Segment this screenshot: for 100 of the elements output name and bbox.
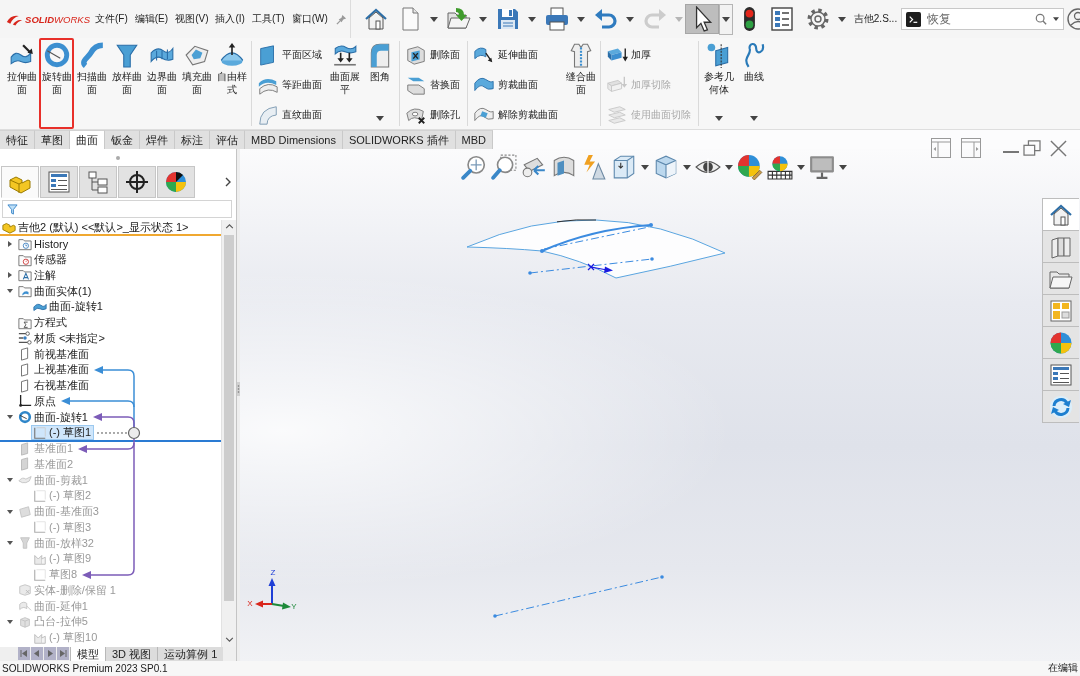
ribbon-tab[interactable]: 特征 [0, 130, 35, 149]
caret-icon[interactable] [478, 16, 487, 22]
tree-item[interactable]: 材质 <未指定> [16, 330, 108, 346]
tree-item[interactable]: 注解 [16, 267, 59, 283]
caret-icon[interactable] [797, 164, 805, 170]
previous-icon[interactable] [31, 647, 43, 660]
tile-left-icon[interactable] [931, 138, 951, 158]
ribbon-tab[interactable]: 焊件 [140, 130, 175, 149]
ribbon-button[interactable]: 加厚 [603, 42, 696, 68]
task-pane-tab[interactable] [1042, 326, 1079, 359]
scene-icon[interactable] [767, 154, 793, 180]
monitor-icon[interactable] [809, 154, 835, 180]
ribbon-button[interactable]: 放样曲面 [109, 38, 144, 129]
next-icon[interactable] [44, 647, 56, 660]
caret-icon[interactable] [7, 619, 13, 624]
ribbon-button[interactable]: 缝合曲面 [563, 38, 598, 129]
tree-item[interactable]: 传感器 [16, 252, 70, 268]
filter-field[interactable] [2, 200, 232, 218]
zoom-area-icon[interactable] [491, 154, 517, 180]
tree-root-item[interactable]: 吉他2 (默认) <<默认>_显示状态 1> [0, 220, 221, 236]
ribbon-tab[interactable]: SOLIDWORKS 插件 [342, 130, 456, 149]
caret-icon[interactable] [683, 164, 691, 170]
view-tab[interactable]: 模型 [70, 647, 105, 661]
grip-dot-icon[interactable] [116, 155, 120, 160]
ribbon-tab[interactable]: 评估 [210, 130, 245, 149]
view-tab[interactable]: 3D 视图 [105, 647, 158, 661]
caret-icon[interactable] [641, 164, 649, 170]
first-page-icon[interactable] [18, 647, 30, 660]
ribbon-button[interactable]: 等距曲面 [254, 72, 327, 98]
scroll-up-icon[interactable] [224, 224, 234, 229]
menu-item[interactable]: 视图(V) [175, 12, 209, 26]
ribbon-button[interactable]: 扫描曲面 [74, 38, 109, 129]
tree-item[interactable]: 曲面-旋转1 [16, 409, 91, 425]
rollback-bar[interactable] [0, 439, 221, 442]
caret-icon[interactable] [429, 16, 438, 22]
node-handle-icon[interactable] [127, 426, 141, 440]
task-pane-tab[interactable] [1042, 230, 1079, 263]
caret-icon[interactable] [837, 16, 846, 22]
caret-icon[interactable] [7, 478, 13, 483]
ribbon-button[interactable]: 曲线 [736, 38, 771, 129]
tree-item[interactable]: 前视基准面 [16, 346, 92, 362]
ribbon-tab[interactable]: MBD [455, 130, 494, 149]
ribbon-button[interactable]: 平面区域 [254, 42, 327, 68]
ribbon-button[interactable]: 自由样式 [214, 38, 249, 129]
toolbar-button[interactable] [543, 4, 570, 34]
ribbon-button[interactable]: 拉伸曲面 [4, 38, 39, 129]
menu-item[interactable]: 窗口(W) [291, 12, 328, 26]
caret-icon[interactable] [7, 415, 13, 420]
last-page-icon[interactable] [57, 647, 69, 660]
ribbon-button[interactable]: 删除孔 [402, 102, 465, 128]
tree-item[interactable]: 上视基准面 [16, 362, 92, 378]
ribbon-button[interactable]: 直纹曲面 [254, 102, 327, 128]
menu-item[interactable]: 工具(T) [251, 12, 285, 26]
ribbon-tab[interactable]: 钣金 [105, 130, 140, 149]
panel-tab[interactable] [118, 166, 156, 198]
caret-icon[interactable] [839, 164, 847, 170]
menu-item[interactable]: 插入(I) [215, 12, 245, 26]
panel-tab[interactable] [40, 166, 78, 198]
ribbon-tab[interactable]: MBD Dimensions [245, 130, 343, 149]
chevron-right-icon[interactable] [225, 177, 231, 187]
ribbon-button[interactable]: 解除剪裁曲面 [470, 102, 563, 128]
tree-item[interactable]: (-) 草图1 [31, 425, 95, 441]
caret-icon[interactable] [625, 16, 634, 22]
ribbon-tab[interactable]: 标注 [175, 130, 210, 149]
caret-icon[interactable] [7, 541, 13, 546]
search-field[interactable]: 恢复 [901, 8, 1065, 30]
lightning-cone-icon[interactable] [581, 154, 607, 180]
tile-right-icon[interactable] [961, 138, 981, 158]
close-icon[interactable] [1050, 139, 1067, 157]
tree-item[interactable]: 曲面-旋转1 [31, 299, 106, 315]
ribbon-tab[interactable]: 草图 [35, 130, 70, 149]
ribbon-button[interactable]: 旋转曲面 [39, 38, 74, 129]
ribbon-button[interactable]: 曲面展平 [327, 38, 362, 129]
caret-icon[interactable] [725, 164, 733, 170]
task-pane-tab[interactable] [1042, 390, 1079, 423]
caret-icon[interactable] [576, 16, 585, 22]
ribbon-button[interactable]: 边界曲面 [144, 38, 179, 129]
account-icon[interactable] [1066, 7, 1080, 31]
restore-icon[interactable] [1023, 140, 1041, 156]
tree-item[interactable]: History [16, 236, 72, 252]
view-cube-icon[interactable] [611, 154, 637, 180]
tree-item[interactable]: 原点 [16, 393, 59, 409]
ribbon-button[interactable]: 参考几何体 [701, 38, 736, 129]
ribbon-button[interactable]: 延伸曲面 [470, 42, 563, 68]
ribbon-button[interactable]: 替换面 [402, 72, 465, 98]
splitter-handle[interactable] [237, 382, 240, 396]
caret-icon[interactable] [527, 16, 536, 22]
menu-item[interactable]: 文件(F) [95, 12, 128, 26]
caret-icon[interactable] [8, 240, 12, 247]
menu-item[interactable]: 编辑(E) [134, 12, 169, 26]
zoom-to-fit-icon[interactable] [461, 154, 487, 180]
tree-item[interactable]: 方程式 [16, 315, 70, 331]
task-pane-tab[interactable] [1042, 358, 1079, 391]
tree-item[interactable]: 曲面实体(1) [16, 283, 95, 299]
view-tab[interactable]: 运动算例 1 [157, 647, 224, 661]
ribbon-button[interactable]: 图角 [362, 38, 397, 129]
appearance-sphere-icon[interactable] [737, 154, 763, 180]
caret-icon[interactable] [7, 509, 13, 514]
task-pane-tab[interactable] [1042, 262, 1079, 295]
ribbon-button[interactable]: 剪裁曲面 [470, 72, 563, 98]
